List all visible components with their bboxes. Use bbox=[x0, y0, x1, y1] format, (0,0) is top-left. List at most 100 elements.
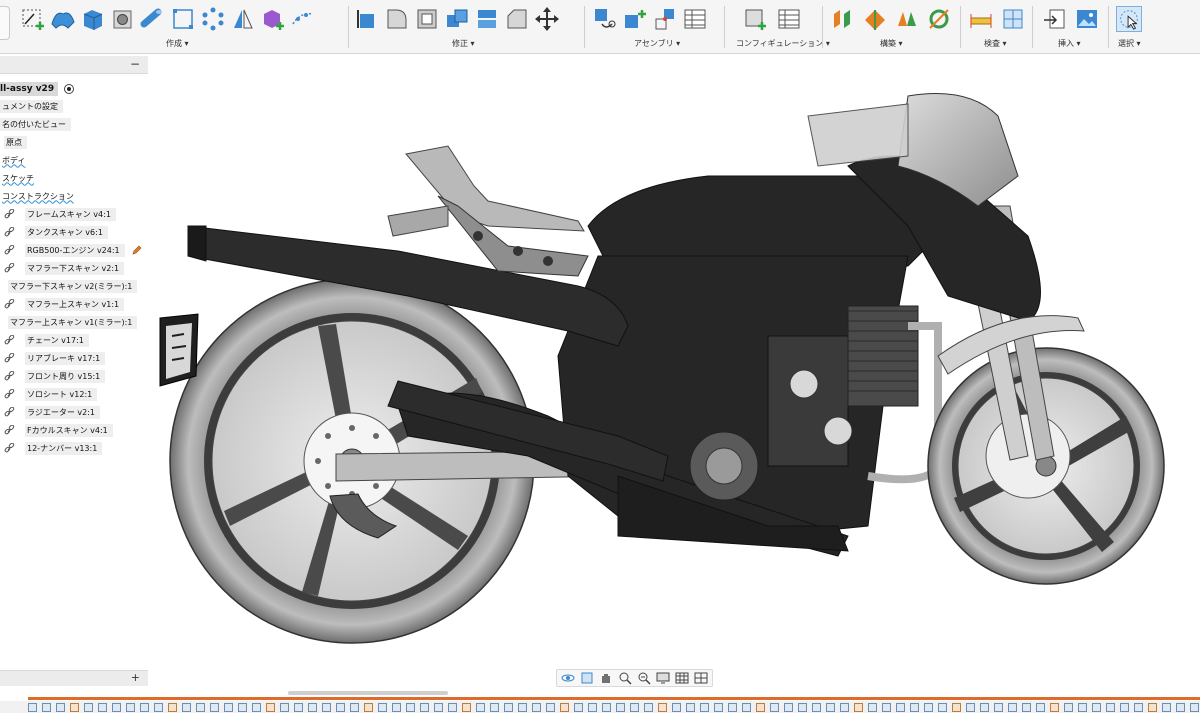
timeline-feature-icon[interactable] bbox=[392, 703, 401, 712]
activate-radio-icon[interactable] bbox=[64, 84, 75, 94]
configure-label[interactable]: コンフィギュレーション ▾ bbox=[736, 38, 830, 49]
edit-pencil-icon[interactable] bbox=[131, 245, 142, 256]
timeline-feature-icon[interactable] bbox=[196, 703, 205, 712]
section-analysis-icon[interactable] bbox=[1000, 6, 1026, 32]
timeline-feature-icon[interactable] bbox=[1078, 703, 1087, 712]
timeline-feature-icon[interactable] bbox=[770, 703, 779, 712]
assemble-label[interactable]: アセンブリ ▾ bbox=[634, 38, 680, 49]
timeline-feature-icon[interactable] bbox=[728, 703, 737, 712]
toolbar-stub[interactable] bbox=[0, 6, 10, 40]
browser-item[interactable]: フレームスキャン v4:1 bbox=[0, 205, 148, 223]
timeline-feature-icon[interactable] bbox=[602, 703, 611, 712]
timeline-feature-icon[interactable] bbox=[798, 703, 807, 712]
timeline-feature-icon[interactable] bbox=[1092, 703, 1101, 712]
timeline-feature-icon[interactable] bbox=[784, 703, 793, 712]
browser-item[interactable]: フロント周り v15:1 bbox=[0, 367, 148, 385]
add-comment-button[interactable]: + bbox=[131, 671, 140, 684]
timeline-feature-icon[interactable] bbox=[420, 703, 429, 712]
timeline-feature-icon[interactable] bbox=[84, 703, 93, 712]
timeline-feature-icon[interactable] bbox=[882, 703, 891, 712]
derive-icon[interactable] bbox=[260, 6, 286, 32]
browser-item[interactable]: リアブレーキ v17:1 bbox=[0, 349, 148, 367]
browser-item[interactable]: 12-ナンバー v13:1 bbox=[0, 439, 148, 457]
timeline-feature-icon[interactable] bbox=[658, 703, 667, 712]
select-icon[interactable] bbox=[1116, 6, 1142, 32]
timeline-feature-icon[interactable] bbox=[126, 703, 135, 712]
joint-icon[interactable] bbox=[622, 6, 648, 32]
combine-icon[interactable] bbox=[444, 6, 470, 32]
timeline-feature-icon[interactable] bbox=[672, 703, 681, 712]
timeline-feature-icon[interactable] bbox=[238, 703, 247, 712]
new-component-icon[interactable] bbox=[592, 6, 618, 32]
select-label[interactable]: 選択 ▾ bbox=[1118, 38, 1141, 49]
browser-item[interactable]: ラジエーター v2:1 bbox=[0, 403, 148, 421]
timeline-feature-icon[interactable] bbox=[616, 703, 625, 712]
timeline-feature-icon[interactable] bbox=[868, 703, 877, 712]
timeline-feature-icon[interactable] bbox=[756, 703, 765, 712]
timeline-feature-icon[interactable] bbox=[434, 703, 443, 712]
timeline-feature-icon[interactable] bbox=[266, 703, 275, 712]
timeline-feature-icon[interactable] bbox=[1134, 703, 1143, 712]
move-icon[interactable] bbox=[534, 6, 560, 32]
timeline-feature-icon[interactable] bbox=[518, 703, 527, 712]
timeline-feature-icon[interactable] bbox=[154, 703, 163, 712]
insert-label[interactable]: 挿入 ▾ bbox=[1058, 38, 1081, 49]
timeline-feature-icon[interactable] bbox=[336, 703, 345, 712]
split-body-icon[interactable] bbox=[474, 6, 500, 32]
timeline-feature-icon[interactable] bbox=[42, 703, 51, 712]
timeline-feature-icon[interactable] bbox=[490, 703, 499, 712]
browser-item[interactable]: マフラー上スキャン v1:1 bbox=[0, 295, 148, 313]
timeline-feature-icon[interactable] bbox=[1008, 703, 1017, 712]
grid-settings-icon[interactable] bbox=[674, 671, 690, 685]
timeline-feature-icon[interactable] bbox=[910, 703, 919, 712]
canvas-icon[interactable] bbox=[1074, 6, 1100, 32]
configure-icon[interactable] bbox=[742, 6, 768, 32]
timeline-feature-icon[interactable] bbox=[532, 703, 541, 712]
browser-item[interactable]: マフラー下スキャン v2:1 bbox=[0, 259, 148, 277]
mirror-icon[interactable] bbox=[230, 6, 256, 32]
configuration-table-icon[interactable] bbox=[776, 6, 802, 32]
timeline-feature-icon[interactable] bbox=[560, 703, 569, 712]
timeline-feature-icon[interactable] bbox=[224, 703, 233, 712]
timeline-feature-icon[interactable] bbox=[28, 703, 37, 712]
timeline-feature-icon[interactable] bbox=[1190, 703, 1199, 712]
timeline-feature-icon[interactable] bbox=[588, 703, 597, 712]
timeline-feature-icon[interactable] bbox=[210, 703, 219, 712]
as-built-joint-icon[interactable] bbox=[652, 6, 678, 32]
browser-item[interactable]: Fカウルスキャン v4:1 bbox=[0, 421, 148, 439]
timeline-feature-icon[interactable] bbox=[322, 703, 331, 712]
form-icon[interactable] bbox=[50, 6, 76, 32]
timeline-feature-icon[interactable] bbox=[70, 703, 79, 712]
timeline-feature-icon[interactable] bbox=[308, 703, 317, 712]
hole-icon[interactable] bbox=[110, 6, 136, 32]
timeline-feature-icon[interactable] bbox=[1120, 703, 1129, 712]
timeline-feature-icon[interactable] bbox=[182, 703, 191, 712]
zoom-icon[interactable] bbox=[617, 671, 633, 685]
curve-point-icon[interactable] bbox=[290, 6, 316, 32]
browser-item[interactable]: スケッチ bbox=[0, 169, 148, 187]
timeline-feature-icon[interactable] bbox=[994, 703, 1003, 712]
timeline-feature-icon[interactable] bbox=[112, 703, 121, 712]
orbit-icon[interactable] bbox=[560, 671, 576, 685]
timeline-feature-icon[interactable] bbox=[1050, 703, 1059, 712]
shell-icon[interactable] bbox=[414, 6, 440, 32]
browser-item[interactable]: 原点 bbox=[0, 133, 148, 151]
timeline-feature-icon[interactable] bbox=[952, 703, 961, 712]
timeline-feature-icon[interactable] bbox=[700, 703, 709, 712]
browser-item[interactable]: ソロシート v12:1 bbox=[0, 385, 148, 403]
pipe-icon[interactable] bbox=[140, 6, 166, 32]
browser-item[interactable]: マフラー上スキャン v1(ミラー):1 bbox=[0, 313, 148, 331]
timeline-feature-icon[interactable] bbox=[462, 703, 471, 712]
table-icon[interactable] bbox=[682, 6, 708, 32]
timeline-feature-icon[interactable] bbox=[1106, 703, 1115, 712]
measure-icon[interactable] bbox=[968, 6, 994, 32]
fit-icon[interactable] bbox=[636, 671, 652, 685]
plane-at-angle-icon[interactable] bbox=[862, 6, 888, 32]
timeline-feature-icon[interactable] bbox=[1036, 703, 1045, 712]
timeline-feature-icon[interactable] bbox=[350, 703, 359, 712]
timeline-feature-icon[interactable] bbox=[378, 703, 387, 712]
timeline-feature-icon[interactable] bbox=[896, 703, 905, 712]
collapse-browser-button[interactable]: − bbox=[130, 57, 140, 71]
viewports-icon[interactable] bbox=[693, 671, 709, 685]
construct-label[interactable]: 構築 ▾ bbox=[880, 38, 903, 49]
